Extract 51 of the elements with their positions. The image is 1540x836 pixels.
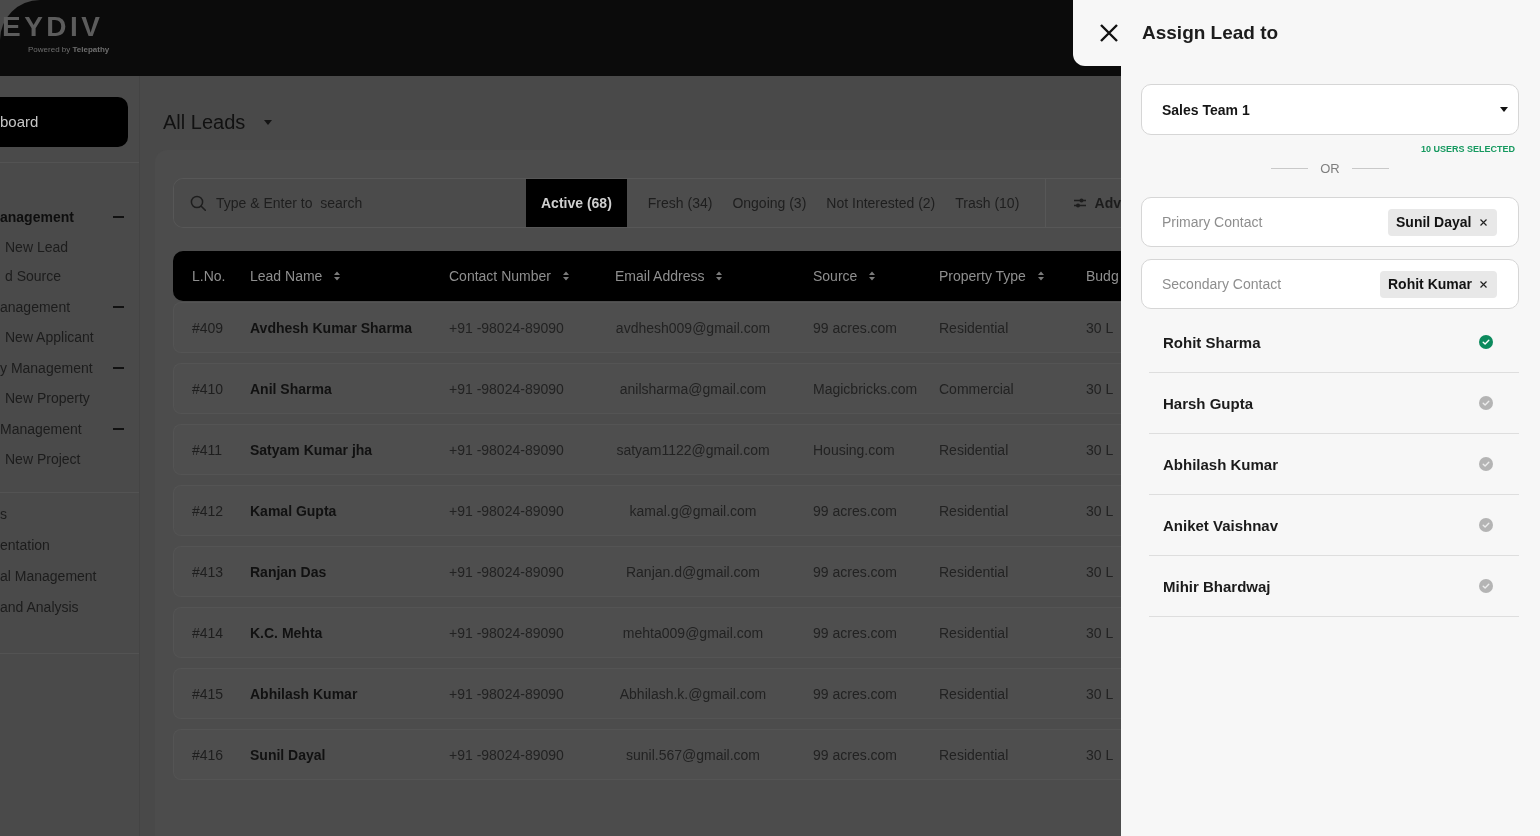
contact-chip[interactable]: Sunil Dayal: [1388, 208, 1497, 236]
table-cell-text: Ranjan Das: [250, 563, 328, 580]
user-row[interactable]: Mihir Bhardwaj: [1149, 556, 1519, 617]
or-label: OR: [1320, 160, 1340, 176]
column-header[interactable]: Contact Number: [449, 251, 615, 301]
column-header[interactable]: Lead Name: [250, 251, 449, 301]
view-dropdown[interactable]: All Leads: [163, 110, 273, 134]
column-header[interactable]: Source: [813, 251, 939, 301]
sort-icon[interactable]: [1037, 271, 1044, 281]
user-row[interactable]: Rohit Sharma: [1149, 312, 1519, 373]
check-icon[interactable]: [1479, 335, 1493, 349]
contact-field[interactable]: Primary Contact Sunil Dayal: [1141, 197, 1519, 247]
status-tab[interactable]: Active (68): [526, 179, 627, 227]
table-cell-text: Sunil Dayal: [250, 746, 327, 763]
table-cell-text: Satyam Kumar jha: [250, 441, 374, 458]
contact-chip[interactable]: Rohit Kumar: [1380, 270, 1497, 298]
check-icon[interactable]: [1479, 518, 1493, 532]
close-icon[interactable]: [1099, 23, 1119, 43]
sort-icon[interactable]: [869, 271, 876, 281]
remove-icon[interactable]: [1480, 218, 1487, 226]
search-icon: [190, 195, 206, 211]
user-row[interactable]: Aniket Vaishnav: [1149, 495, 1519, 556]
column-header: Budg: [1086, 267, 1120, 286]
sort-icon[interactable]: [334, 271, 341, 281]
column-header: L.No.: [192, 267, 227, 286]
caret-icon: [1500, 107, 1508, 112]
logo-tagline: Powered by Telepathy: [28, 45, 110, 55]
selection-count: 10 USERS SELECTED: [1420, 144, 1515, 155]
remove-icon[interactable]: [1480, 280, 1487, 288]
sort-icon[interactable]: [562, 271, 569, 281]
sort-icon[interactable]: [716, 271, 723, 281]
sidebar-group[interactable]: anagement: [0, 201, 139, 233]
team-select[interactable]: Sales Team 1: [1141, 84, 1519, 135]
column-header[interactable]: Email Address: [615, 251, 813, 301]
table-cell-text: Anil Sharma: [250, 380, 333, 397]
column-header[interactable]: Property Type: [939, 251, 1086, 301]
table-cell-text: Kamal Gupta: [250, 502, 338, 519]
check-icon[interactable]: [1479, 457, 1493, 471]
drawer-title: Assign Lead to: [1142, 22, 1279, 44]
contact-field[interactable]: Secondary Contact Rohit Kumar: [1141, 259, 1519, 309]
sliders-icon: [1073, 197, 1086, 209]
logo-text: EYDIV: [2, 12, 104, 42]
user-row[interactable]: Harsh Gupta: [1149, 373, 1519, 434]
table-cell-text: K.C. Mehta: [250, 624, 324, 641]
table-cell-text: Avdhesh Kumar Sharma: [250, 319, 414, 336]
sidebar-item[interactable]: board: [0, 97, 128, 147]
user-row[interactable]: Abhilash Kumar: [1149, 434, 1519, 495]
check-icon[interactable]: [1479, 579, 1493, 593]
table-cell-text: Abhilash Kumar: [250, 685, 359, 702]
caret-icon: [264, 119, 273, 125]
check-icon[interactable]: [1479, 396, 1493, 410]
